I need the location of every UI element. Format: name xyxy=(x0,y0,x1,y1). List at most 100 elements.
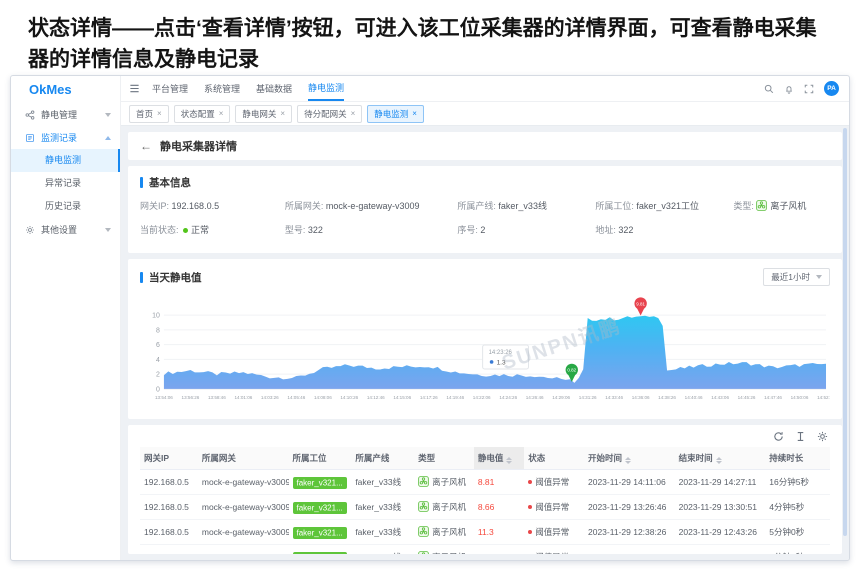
info-field: 所属产线: faker_v33线 xyxy=(457,199,595,212)
close-tab-icon[interactable]: × xyxy=(351,109,356,118)
sort-icon[interactable] xyxy=(506,457,512,464)
column-header-4: 类型 xyxy=(414,447,474,470)
chart-section-title: 当天静电值 最近1小时 xyxy=(140,268,830,286)
close-tab-icon[interactable]: × xyxy=(280,109,285,118)
records-table: 网关IP所属网关所属工位所属产线类型静电值状态开始时间结束时间持续时长192.1… xyxy=(140,447,830,554)
svg-text:14:36:06: 14:36:06 xyxy=(632,395,650,400)
table-row[interactable]: 192.168.0.5mock-e-gateway-v3009faker_v32… xyxy=(140,520,830,545)
topnav-item-0[interactable]: 平台管理 xyxy=(152,76,188,101)
alarm-dot xyxy=(528,530,532,534)
station-tag: faker_v321... xyxy=(293,552,347,555)
tab-2[interactable]: 静电网关× xyxy=(235,105,292,123)
sidebar-nav: 静电管理监测记录静电监测异常记录历史记录其他设置 xyxy=(11,103,120,241)
sidebar-group-1[interactable]: 监测记录 xyxy=(11,126,120,149)
table-toolbar xyxy=(140,428,830,447)
svg-text:14:50:06: 14:50:06 xyxy=(791,395,809,400)
static-value: 8.66 xyxy=(474,495,524,520)
svg-text:0: 0 xyxy=(156,386,160,393)
gear-icon xyxy=(25,225,35,235)
density-icon[interactable] xyxy=(795,431,806,442)
sidebar-group-label: 其他设置 xyxy=(41,223,77,236)
sidebar-group-0[interactable]: 静电管理 xyxy=(11,103,120,126)
fan-icon xyxy=(418,552,432,554)
svg-text:4: 4 xyxy=(156,357,160,364)
scrollbar-thumb[interactable] xyxy=(843,128,847,536)
tab-label: 首页 xyxy=(136,108,153,120)
tab-4[interactable]: 静电监测 × xyxy=(367,105,424,123)
tab-3[interactable]: 待分配网关 × xyxy=(297,105,362,123)
column-header-5[interactable]: 静电值 xyxy=(474,447,524,470)
svg-text:8: 8 xyxy=(156,327,160,334)
close-tab-icon[interactable]: × xyxy=(219,109,224,118)
static-value: 9.61 xyxy=(474,545,524,555)
topnav-item-1[interactable]: 系统管理 xyxy=(204,76,240,101)
chart-title-text: 当天静电值 xyxy=(149,270,202,285)
tab-label: 待分配网关 xyxy=(304,108,347,120)
chevron-icon xyxy=(105,228,111,232)
basic-info-title: 基本信息 xyxy=(140,175,830,190)
sort-icon[interactable] xyxy=(716,457,722,464)
svg-text:14:12:46: 14:12:46 xyxy=(367,395,385,400)
svg-text:14:17:26: 14:17:26 xyxy=(420,395,438,400)
tab-0[interactable]: 首页 × xyxy=(129,105,169,123)
back-button[interactable]: ← xyxy=(140,139,152,153)
topnav-item-2[interactable]: 基础数据 xyxy=(256,76,292,101)
search-icon[interactable] xyxy=(764,84,774,94)
table-row[interactable]: 192.168.0.5mock-e-gateway-v3009faker_v32… xyxy=(140,545,830,555)
fan-icon xyxy=(418,502,432,512)
sidebar-item-1-0[interactable]: 静电监测 xyxy=(11,149,120,172)
tab-1[interactable]: 状态配置 × xyxy=(174,105,231,123)
basic-info-grid: 网关IP: 192.168.0.5所属网关: mock-e-gateway-v3… xyxy=(140,199,830,236)
svg-text:14:47:46: 14:47:46 xyxy=(764,395,782,400)
close-tab-icon[interactable]: × xyxy=(412,109,417,118)
avatar[interactable]: PA xyxy=(824,81,839,96)
tab-label: 状态配置 xyxy=(181,108,215,120)
sidebar-item-1-1[interactable]: 异常记录 xyxy=(11,172,120,195)
close-tab-icon[interactable]: × xyxy=(157,109,162,118)
info-field: 序号: 2 xyxy=(457,223,595,236)
info-field: 所属网关: mock-e-gateway-v3009 xyxy=(285,199,458,212)
share-icon xyxy=(25,110,35,120)
bell-icon[interactable] xyxy=(784,84,794,94)
chevron-icon xyxy=(105,113,111,117)
table-row[interactable]: 192.168.0.5mock-e-gateway-v3009faker_v32… xyxy=(140,470,830,495)
max-marker-pin: 9.81 xyxy=(634,297,646,315)
chevron-icon xyxy=(105,136,111,140)
sort-icon[interactable] xyxy=(625,457,631,464)
column-header-8[interactable]: 结束时间 xyxy=(675,447,766,470)
static-value: 8.81 xyxy=(474,470,524,495)
app-window: OkMes 静电管理监测记录静电监测异常记录历史记录其他设置 平台管理系统管理基… xyxy=(10,75,850,561)
records-icon xyxy=(25,133,35,143)
svg-text:14:19:46: 14:19:46 xyxy=(446,395,464,400)
svg-text:14:15:06: 14:15:06 xyxy=(393,395,411,400)
records-table-card: 网关IP所属网关所属工位所属产线类型静电值状态开始时间结束时间持续时长192.1… xyxy=(128,425,842,554)
station-tag: faker_v321... xyxy=(293,502,347,514)
column-header-7[interactable]: 开始时间 xyxy=(584,447,675,470)
content: ← 静电采集器详情 基本信息 网关IP: 192.168.0.5所属网关: mo… xyxy=(121,126,849,560)
topnav-item-3[interactable]: 静电监测 xyxy=(308,76,344,101)
main-area: 平台管理系统管理基础数据静电监测 PA 首页×状态配置×静电网关×待分配网关×静… xyxy=(121,76,849,560)
tab-label: 静电监测 xyxy=(374,108,408,120)
svg-text:14:03:26: 14:03:26 xyxy=(261,395,279,400)
table-row[interactable]: 192.168.0.5mock-e-gateway-v3009faker_v32… xyxy=(140,495,830,520)
settings-gear-icon[interactable] xyxy=(817,431,828,442)
svg-text:14:23:26: 14:23:26 xyxy=(489,350,513,356)
svg-text:2: 2 xyxy=(156,372,160,379)
chart-card: 当天静电值 最近1小时 SUNPN讯鹏 024681013:54:0613:56… xyxy=(128,259,842,419)
fullscreen-icon[interactable] xyxy=(804,84,814,94)
static-value-chart[interactable]: 024681013:54:0613:56:2613:58:4614:01:061… xyxy=(140,295,830,413)
menu-collapse-icon[interactable] xyxy=(129,76,140,101)
svg-text:14:33:46: 14:33:46 xyxy=(605,395,623,400)
top-nav: 平台管理系统管理基础数据静电监测 xyxy=(152,76,344,101)
sidebar-item-1-2[interactable]: 历史记录 xyxy=(11,195,120,218)
svg-text:9.81: 9.81 xyxy=(636,301,645,306)
sidebar-group-label: 监测记录 xyxy=(41,131,77,144)
alarm-dot xyxy=(528,480,532,484)
sidebar-group-2[interactable]: 其他设置 xyxy=(11,218,120,241)
fan-icon xyxy=(418,527,432,537)
svg-text:14:08:06: 14:08:06 xyxy=(314,395,332,400)
refresh-icon[interactable] xyxy=(773,431,784,442)
station-tag: faker_v321... xyxy=(293,527,347,539)
time-range-select[interactable]: 最近1小时 xyxy=(763,268,830,286)
page: 状态详情——点击‘查看详情’按钮，可进入该工位采集器的详情界面，可查看静电采集器… xyxy=(0,0,860,561)
